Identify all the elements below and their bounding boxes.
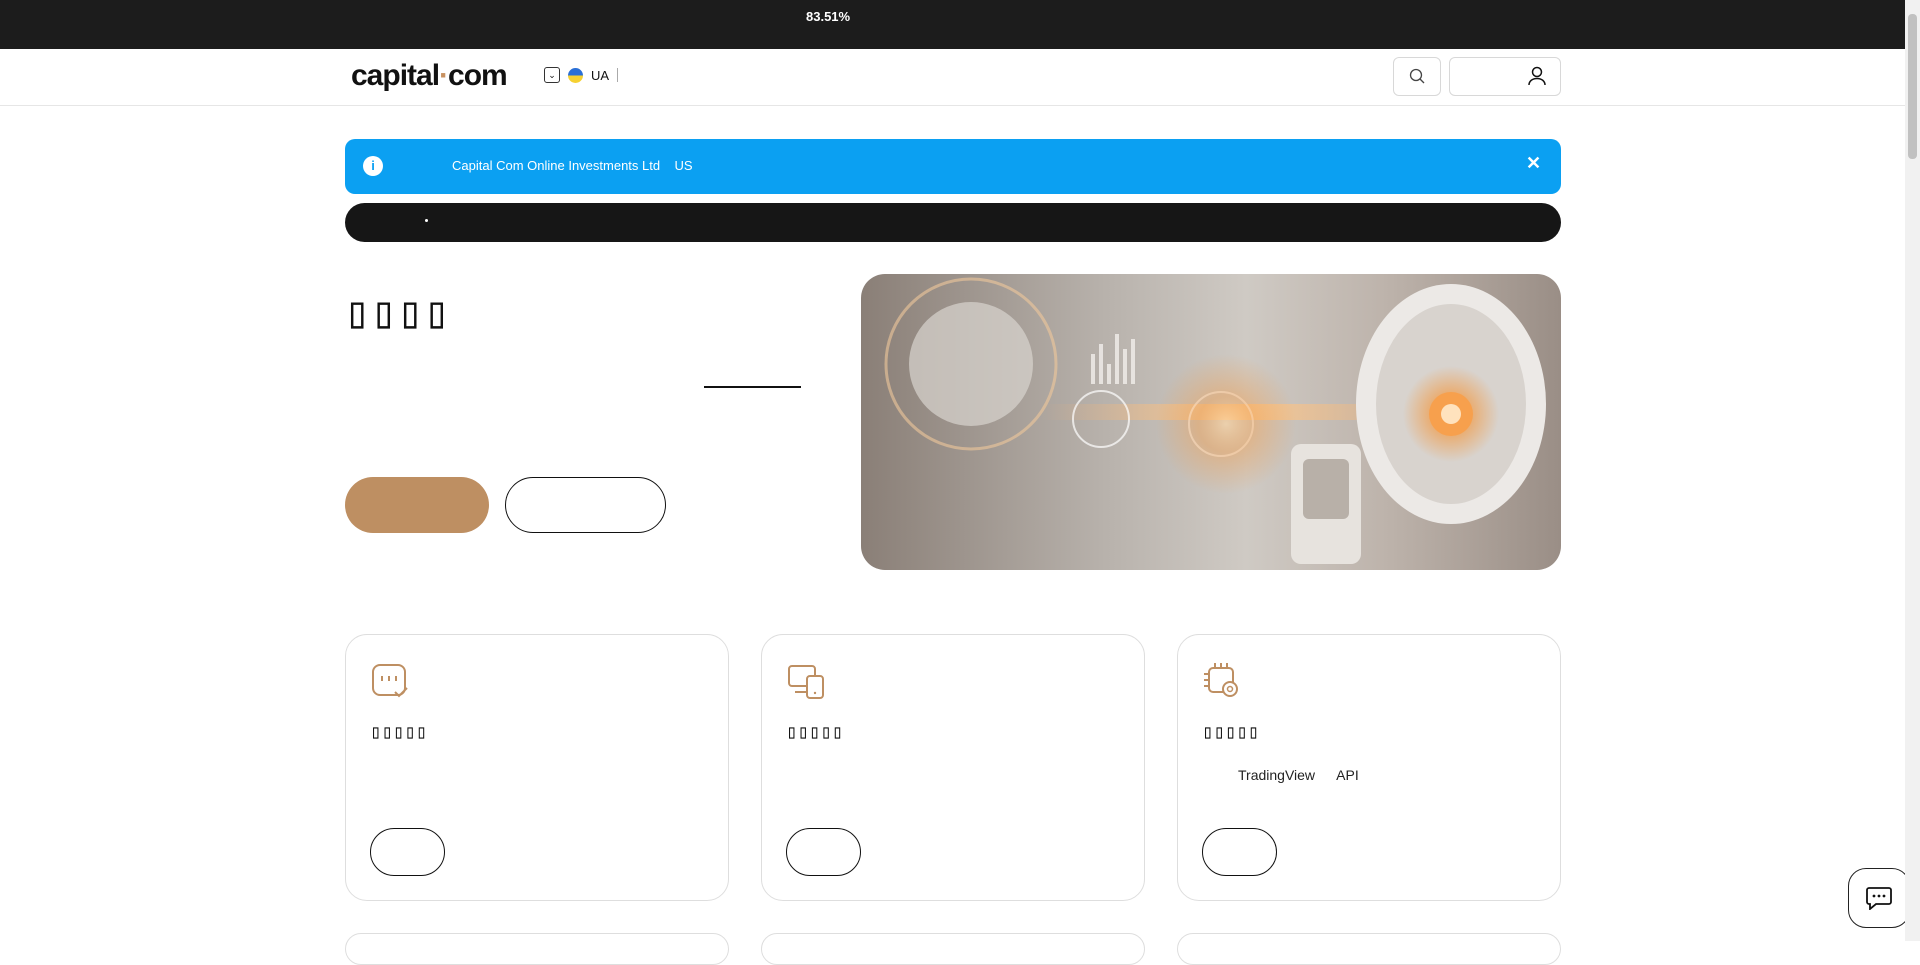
divider (617, 68, 619, 82)
country-code: UA (591, 67, 610, 83)
ukraine-flag-icon (568, 67, 583, 83)
message-check-icon (372, 664, 408, 698)
progress-text: 83.51% (806, 9, 851, 24)
site-header: capital·com ⌄ UA (0, 49, 1905, 106)
card-title: ▯▯▯▯▯ (786, 721, 844, 743)
chat-icon (1866, 887, 1892, 910)
alert-text: Capital Com Online Investments Ltd US (452, 158, 693, 173)
info-icon: i (363, 156, 383, 176)
logo-text-left: capital (351, 59, 440, 92)
scrollbar-thumb[interactable] (1908, 14, 1917, 159)
feature-card-6 (1177, 933, 1561, 965)
card-description: TradingView API (1238, 767, 1359, 783)
card-title: ▯▯▯▯▯ (1202, 721, 1260, 743)
dark-notice-bar (345, 203, 1561, 242)
bullet-dot (425, 219, 428, 222)
chevron-down-icon: ⌄ (544, 67, 560, 83)
chat-button[interactable] (1848, 868, 1910, 928)
info-alert-banner: i Capital Com Online Investments Ltd US … (345, 139, 1561, 194)
close-icon[interactable]: ✕ (1526, 153, 1541, 174)
card-button[interactable] (1202, 828, 1277, 876)
ai-robot-illustration (884, 277, 1546, 564)
country-selector[interactable]: ⌄ UA (544, 67, 619, 83)
hero-image-ai-robot (861, 274, 1561, 570)
feature-card-4 (345, 933, 729, 965)
chip-gear-icon (1204, 663, 1238, 697)
user-icon (1528, 66, 1546, 86)
hero-link-underline[interactable] (704, 386, 801, 388)
feature-card-2: ▯▯▯▯▯ (761, 634, 1145, 901)
feature-card-5 (761, 933, 1145, 965)
account-button[interactable] (1449, 57, 1561, 96)
devices-icon (788, 665, 824, 699)
logo-dot: · (439, 59, 449, 92)
feature-card-3: ▯▯▯▯▯ TradingView API (1177, 634, 1561, 901)
top-progress-bar: 83.51% (0, 0, 1905, 49)
hero-title: ▯▯▯▯ (344, 287, 450, 338)
card-title: ▯▯▯▯▯ (370, 721, 428, 743)
primary-cta-button[interactable] (345, 477, 489, 533)
card-button[interactable] (786, 828, 861, 876)
search-button[interactable] (1393, 57, 1441, 96)
search-icon (1409, 68, 1425, 84)
capital-com-logo[interactable]: capital·com (351, 59, 508, 93)
page-scrollbar[interactable] (1905, 0, 1920, 941)
logo-text-right: com (448, 59, 508, 92)
feature-card-1: ▯▯▯▯▯ (345, 634, 729, 901)
card-button[interactable] (370, 828, 445, 876)
secondary-cta-button[interactable] (505, 477, 666, 533)
